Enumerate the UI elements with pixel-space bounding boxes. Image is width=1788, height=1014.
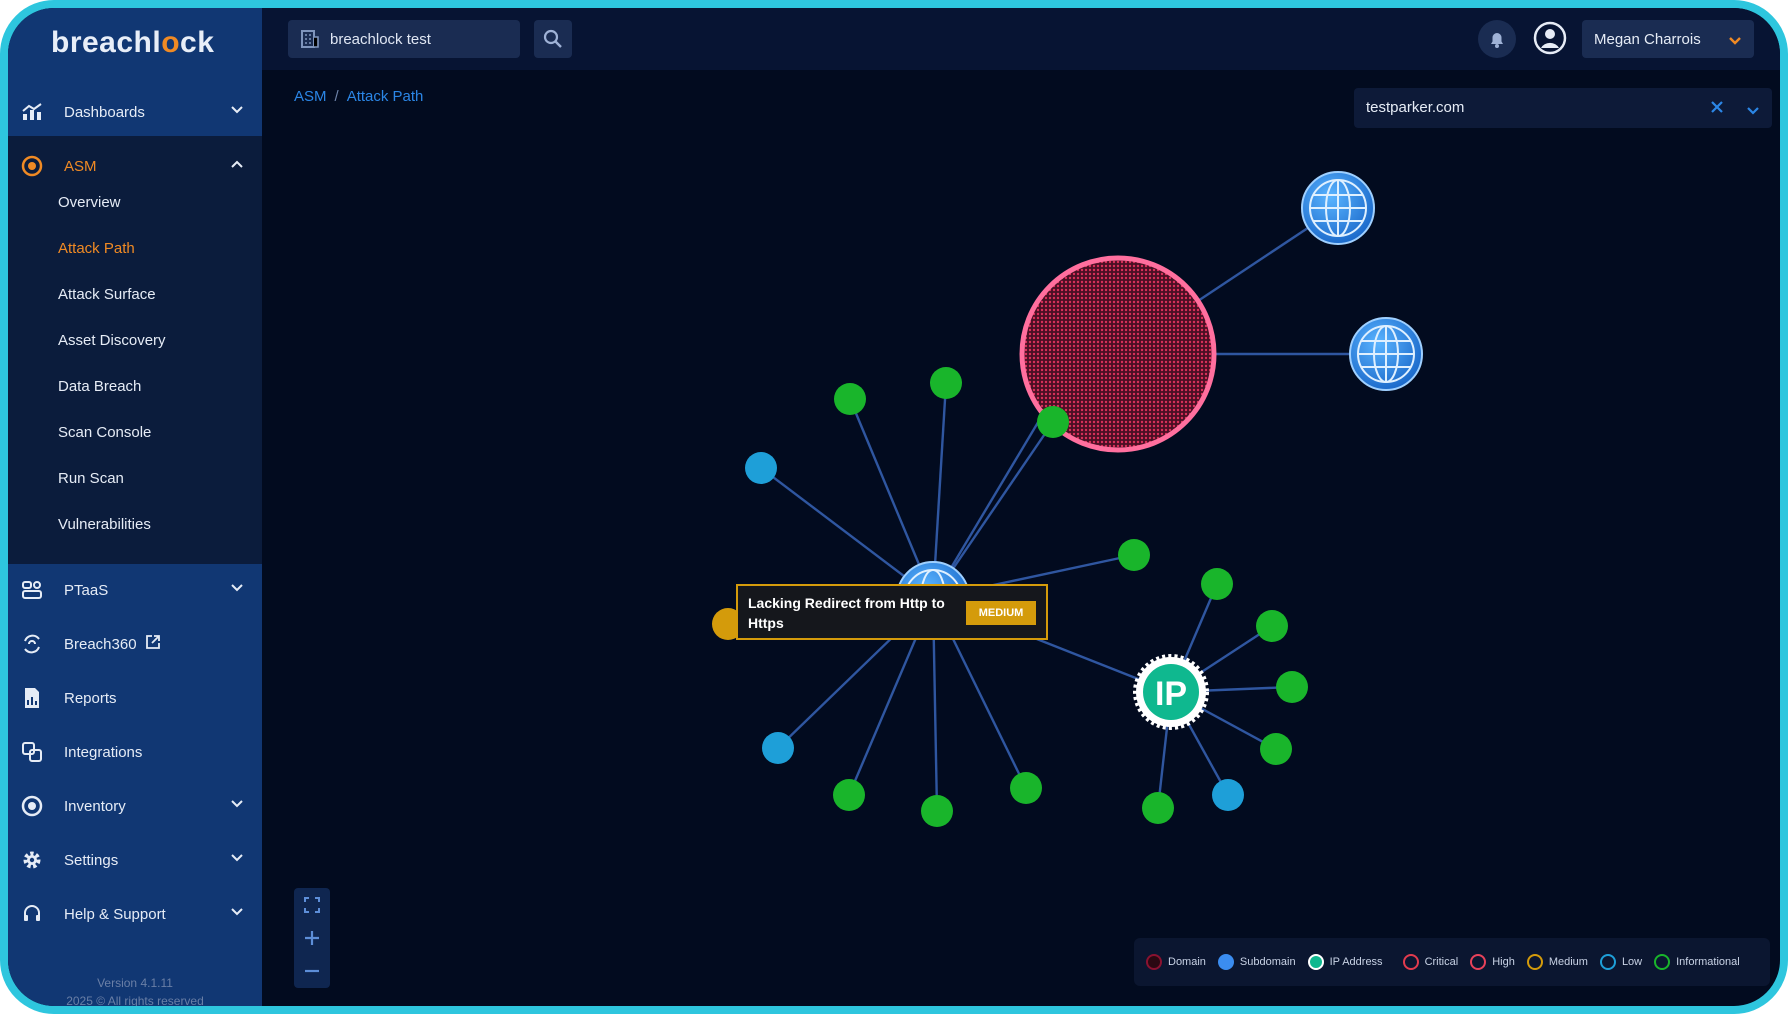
high-swatch bbox=[1470, 954, 1487, 970]
ip-address-node[interactable]: IP bbox=[1133, 654, 1209, 730]
legend-domain: Domain bbox=[1146, 954, 1206, 970]
severity-badge: MEDIUM bbox=[966, 601, 1036, 625]
legend-ip-address: IP Address bbox=[1307, 954, 1383, 970]
expand-icon bbox=[304, 896, 320, 913]
zoom-in-button[interactable] bbox=[294, 921, 330, 954]
zoom-out-button[interactable] bbox=[294, 954, 330, 987]
legend-low: Low bbox=[1599, 954, 1642, 970]
legend-subdomain: Subdomain bbox=[1217, 954, 1296, 970]
vuln-node-low[interactable] bbox=[762, 732, 794, 764]
subdomain-node[interactable] bbox=[1301, 171, 1375, 245]
vuln-node-low[interactable] bbox=[1212, 779, 1244, 811]
vuln-node-informational[interactable] bbox=[930, 367, 962, 399]
vuln-node-low[interactable] bbox=[745, 452, 777, 484]
medium-swatch bbox=[1526, 954, 1543, 970]
tooltip-text: Lacking Redirect from Http to Https bbox=[748, 595, 945, 631]
ip-icon bbox=[1307, 954, 1324, 970]
legend-critical: Critical bbox=[1402, 954, 1458, 970]
low-swatch bbox=[1599, 954, 1616, 970]
vuln-node-informational[interactable] bbox=[833, 779, 865, 811]
critical-swatch bbox=[1402, 954, 1419, 970]
vuln-node-informational[interactable] bbox=[834, 383, 866, 415]
vuln-node-informational[interactable] bbox=[921, 795, 953, 827]
globe-icon bbox=[1217, 954, 1234, 970]
legend-high: High bbox=[1470, 954, 1515, 970]
vuln-node-informational[interactable] bbox=[1201, 568, 1233, 600]
app-frame: breachlock Dashboards ASM Overview Attac… bbox=[0, 0, 1788, 1014]
fullscreen-button[interactable] bbox=[294, 888, 330, 921]
attack-path-graph[interactable]: IP bbox=[8, 8, 1788, 1014]
vuln-node-informational[interactable] bbox=[1118, 539, 1150, 571]
subdomain-node[interactable] bbox=[1349, 317, 1423, 391]
minus-icon bbox=[305, 969, 319, 972]
legend-informational: Informational bbox=[1654, 954, 1740, 970]
plus-icon bbox=[305, 930, 319, 945]
vuln-node-informational[interactable] bbox=[1010, 772, 1042, 804]
vuln-node-informational[interactable] bbox=[1142, 792, 1174, 824]
legend-medium: Medium bbox=[1526, 954, 1588, 970]
informational-swatch bbox=[1654, 954, 1671, 970]
vuln-node-informational[interactable] bbox=[1037, 406, 1069, 438]
vuln-node-informational[interactable] bbox=[1276, 671, 1308, 703]
domain-swatch bbox=[1146, 954, 1162, 970]
vuln-node-informational[interactable] bbox=[1256, 610, 1288, 642]
vuln-node-informational[interactable] bbox=[1260, 733, 1292, 765]
zoom-controls bbox=[294, 888, 330, 988]
graph-legend: Domain Subdomain IP Address Critical Hig… bbox=[1134, 938, 1770, 986]
ip-node-label: IP bbox=[1155, 675, 1187, 713]
vulnerability-tooltip: Lacking Redirect from Http to Https MEDI… bbox=[736, 584, 1048, 640]
